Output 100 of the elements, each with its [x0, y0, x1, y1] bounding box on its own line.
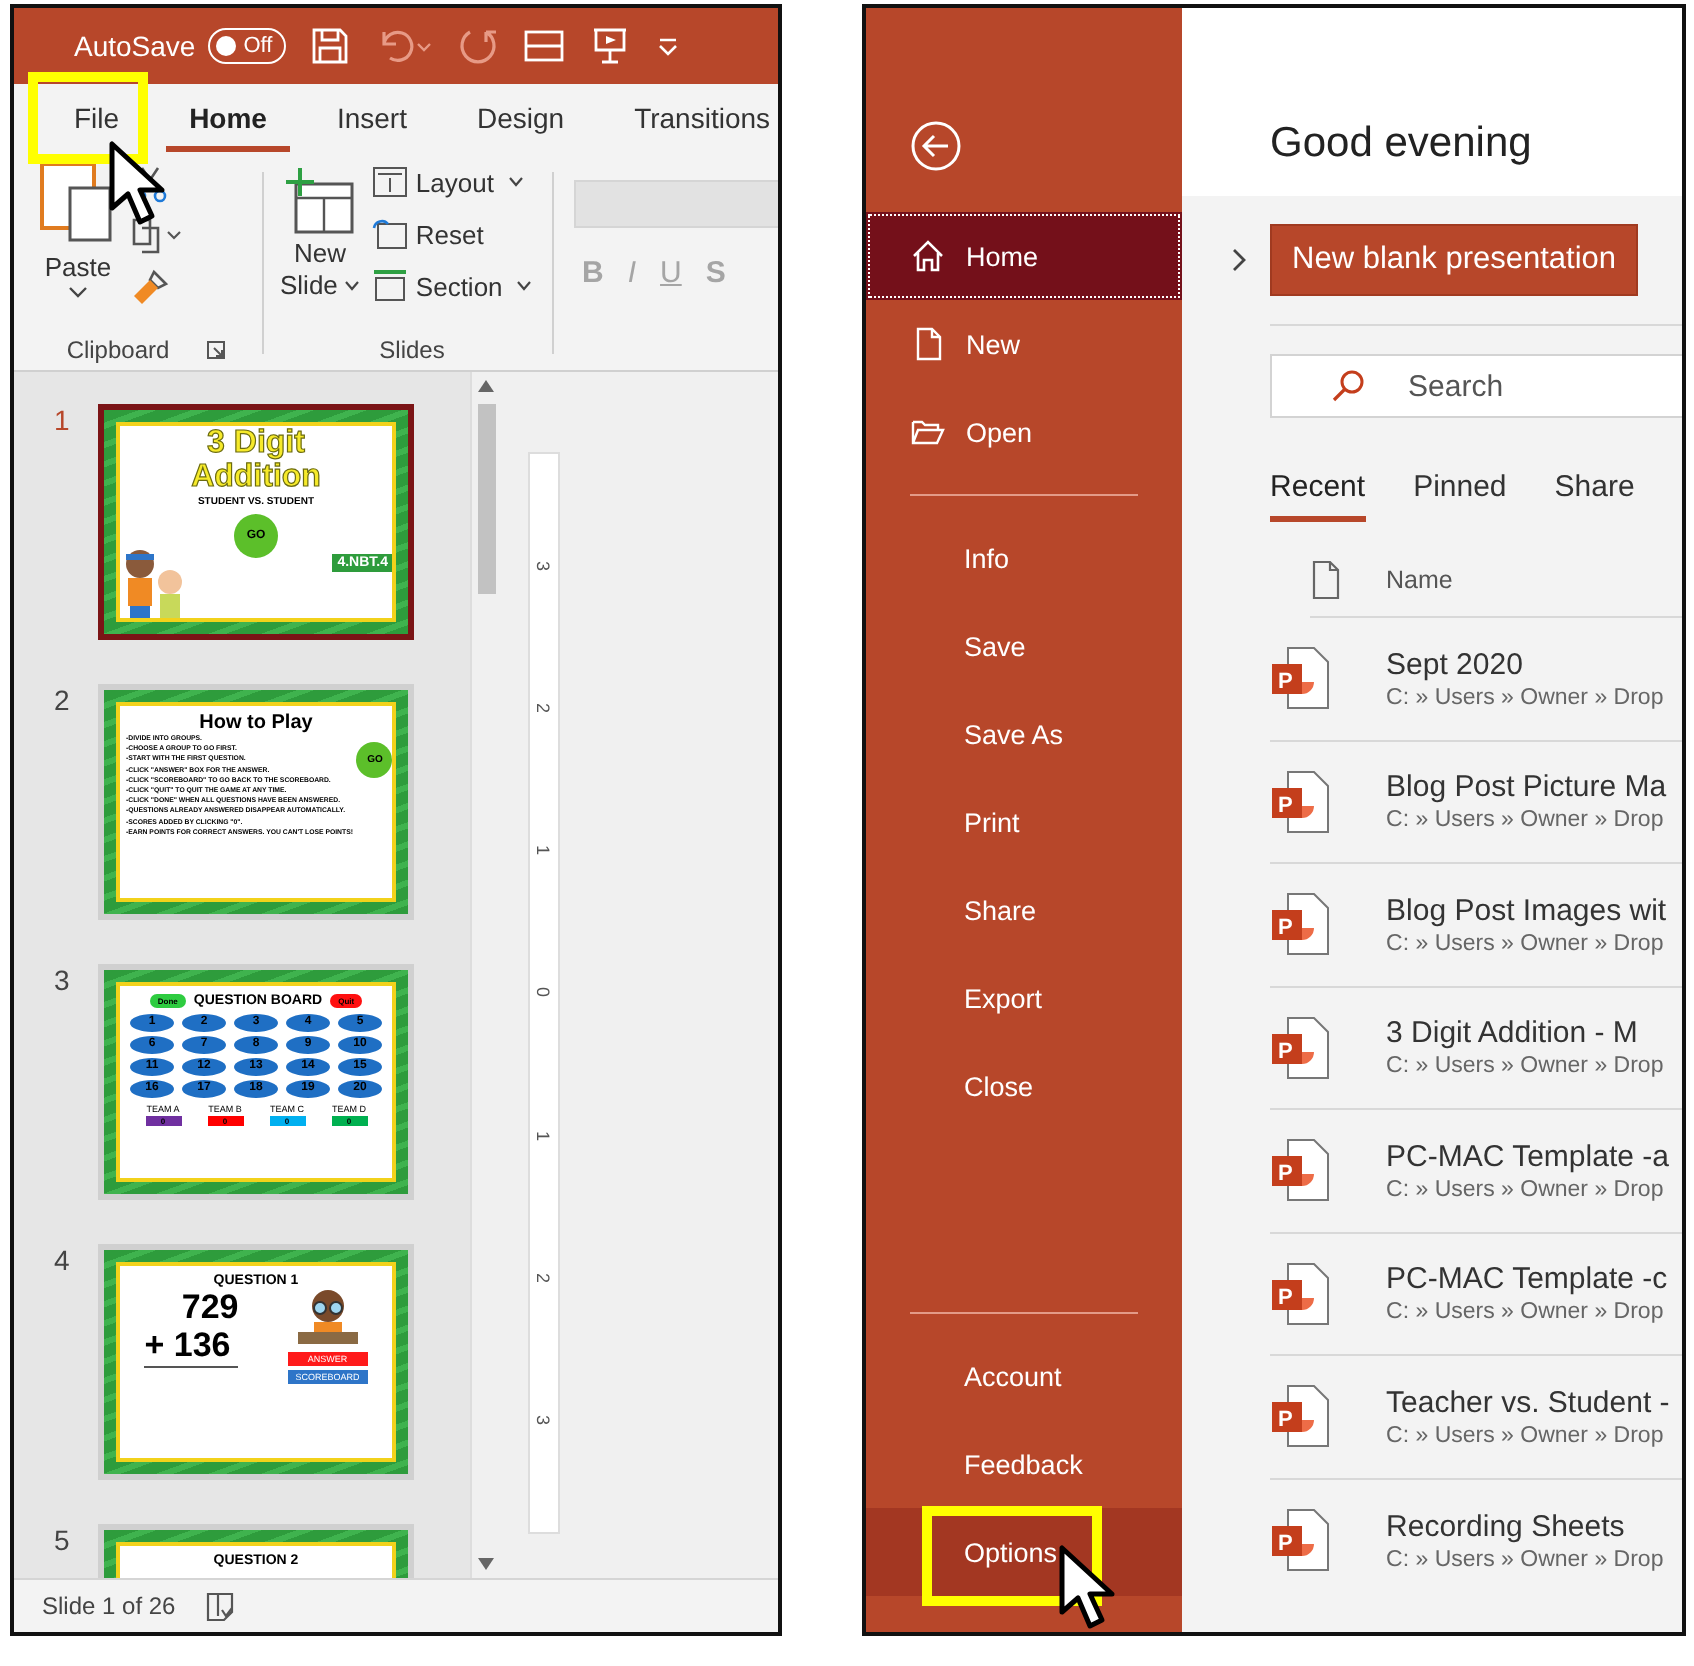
file-row[interactable]: P Blog Post Images wit C: » Users » Owner » Drop: [1270, 864, 1682, 987]
ruler-label: 1: [534, 845, 554, 856]
ruler-label: 2: [534, 702, 554, 713]
slide-title: Addition: [191, 460, 321, 494]
group-label: Clipboard: [66, 336, 170, 364]
nav-item[interactable]: Feedback: [866, 1420, 1183, 1508]
back-icon[interactable]: [910, 120, 963, 172]
save-icon[interactable]: [310, 26, 351, 66]
cursor-icon: [1058, 1544, 1119, 1632]
group-label: Slides: [379, 336, 445, 364]
new-slide-button[interactable]: New Slide: [280, 160, 360, 330]
ribbon-tab[interactable]: Design: [452, 85, 589, 151]
file-type-icon: [1310, 560, 1343, 600]
file-row[interactable]: P Blog Post Picture Ma C: » Users » Owner » Drop: [1270, 741, 1682, 864]
scroll-down-icon[interactable]: [478, 1558, 494, 1570]
nav-item[interactable]: Account: [866, 1332, 1183, 1420]
file-path: C: » Users » Owner » Drop: [1386, 1054, 1664, 1079]
chevron-down-icon: [507, 176, 524, 188]
nav-item[interactable]: Print: [866, 778, 1183, 866]
file-row[interactable]: P 3 Digit Addition - M C: » Users » Owner » Drop: [1270, 987, 1682, 1110]
ruler-label: 1: [534, 1130, 554, 1141]
autosave-toggle[interactable]: Off: [207, 28, 287, 64]
file-row[interactable]: P Teacher vs. Student - C: » Users » Owner » Drop: [1270, 1356, 1682, 1479]
copy-icon[interactable]: [130, 216, 182, 256]
chevron-down-icon: [516, 280, 533, 292]
greeting-heading: Good evening: [1270, 120, 1532, 166]
section-icon: [371, 270, 408, 302]
file-path: C: » Users » Owner » Drop: [1386, 1300, 1666, 1325]
notes-icon[interactable]: [203, 1590, 236, 1622]
file-path: C: » Users » Owner » Drop: [1386, 1547, 1664, 1572]
nav-item[interactable]: Save As: [866, 690, 1183, 778]
ruler-label: 3: [534, 560, 554, 571]
paste-icon[interactable]: [38, 160, 118, 248]
nav-item[interactable]: Export: [866, 954, 1183, 1042]
brush-icon[interactable]: [130, 268, 170, 308]
dialog-launcher-icon[interactable]: [205, 340, 226, 360]
nav-item[interactable]: Save: [866, 602, 1183, 690]
file-row[interactable]: P PC-MAC Template -a C: » Users » Owner » Drop: [1270, 1110, 1682, 1233]
nav-item[interactable]: Close: [866, 1042, 1183, 1130]
file-name: Blog Post Picture Ma: [1386, 770, 1667, 805]
layout-icon: [371, 166, 408, 198]
paste-label[interactable]: Paste: [44, 252, 112, 282]
autosave-label: AutoSave: [74, 30, 196, 62]
reset-button[interactable]: Reset: [371, 212, 533, 256]
file-name: PC-MAC Template -c: [1386, 1262, 1668, 1297]
column-header[interactable]: Name: [1386, 566, 1453, 594]
chevron-down-icon[interactable]: [68, 286, 88, 298]
file-name: Blog Post Images wit: [1386, 893, 1667, 928]
file-path: C: » Users » Owner » Drop: [1386, 931, 1666, 956]
scrollbar[interactable]: [470, 372, 500, 1578]
scroll-up-icon[interactable]: [478, 380, 494, 392]
file-list-tab[interactable]: Pinned: [1413, 470, 1507, 522]
ribbon-tab[interactable]: Transitions: [610, 85, 779, 151]
nav-item[interactable]: Home: [866, 212, 1183, 300]
file-path: C: » Users » Owner » Drop: [1386, 808, 1666, 833]
slide-number: 2: [54, 684, 72, 720]
file-path: C: » Users » Owner » Drop: [1386, 1423, 1666, 1448]
chevron-down-icon: [343, 279, 360, 291]
file-row[interactable]: P PC-MAC Template -c C: » Users » Owner » Drop: [1270, 1233, 1682, 1356]
file-list-tab[interactable]: Recent: [1270, 470, 1366, 522]
slide-title: How to Play: [199, 712, 313, 734]
file-name: Sept 2020: [1386, 647, 1525, 682]
new-slide-icon: [283, 168, 356, 236]
chevron-right-icon[interactable]: [1230, 246, 1251, 274]
section-button[interactable]: Section: [371, 264, 533, 308]
nav-item[interactable]: Open: [866, 388, 1183, 476]
slide-thumbnail[interactable]: [98, 684, 414, 920]
file-path: C: » Users » Owner » Drop: [1386, 685, 1664, 710]
reset-icon: [371, 218, 408, 250]
ruler-label: 3: [534, 1415, 554, 1426]
file-name: Teacher vs. Student -: [1386, 1385, 1670, 1420]
ribbon-tab[interactable]: Insert: [312, 85, 431, 151]
ruler-label: 0: [534, 987, 554, 998]
problem-number: 729: [181, 1288, 239, 1326]
file-list-tab[interactable]: Share: [1554, 470, 1635, 522]
student-at-desk-drawing: [293, 1288, 362, 1348]
scrollbar-thumb[interactable]: [477, 404, 495, 594]
file-name: Recording Sheets: [1386, 1509, 1627, 1544]
slide-number: 3: [54, 964, 72, 1000]
slideshow-icon[interactable]: [590, 26, 631, 66]
ruler-label: 2: [534, 1273, 554, 1284]
slide-count: Slide 1 of 26: [42, 1592, 176, 1620]
layout-button[interactable]: Layout: [371, 160, 533, 204]
nav-item[interactable]: Info: [866, 514, 1183, 602]
file-path: C: » Users » Owner » Drop: [1386, 1177, 1666, 1202]
problem-number: + 136: [144, 1326, 239, 1368]
file-row[interactable]: P Sept 2020 C: » Users » Owner » Drop: [1270, 618, 1682, 741]
nav-item[interactable]: New: [866, 300, 1183, 388]
slide-number: 4: [54, 1244, 72, 1280]
search-field[interactable]: Search: [1270, 354, 1682, 418]
slide-number: 5: [54, 1524, 72, 1560]
nav-item[interactable]: Share: [866, 866, 1183, 954]
font-field[interactable]: [574, 180, 779, 228]
slide-title: 3 Digit: [207, 426, 305, 460]
slide-number: 1: [54, 404, 72, 440]
file-name: 3 Digit Addition - M: [1386, 1016, 1640, 1051]
file-name: PC-MAC Template -a: [1386, 1139, 1669, 1174]
file-row[interactable]: P Recording Sheets C: » Users » Owner » Drop: [1270, 1479, 1682, 1602]
home-icon: [910, 238, 947, 274]
new-blank-presentation-button[interactable]: New blank presentation: [1270, 224, 1639, 296]
